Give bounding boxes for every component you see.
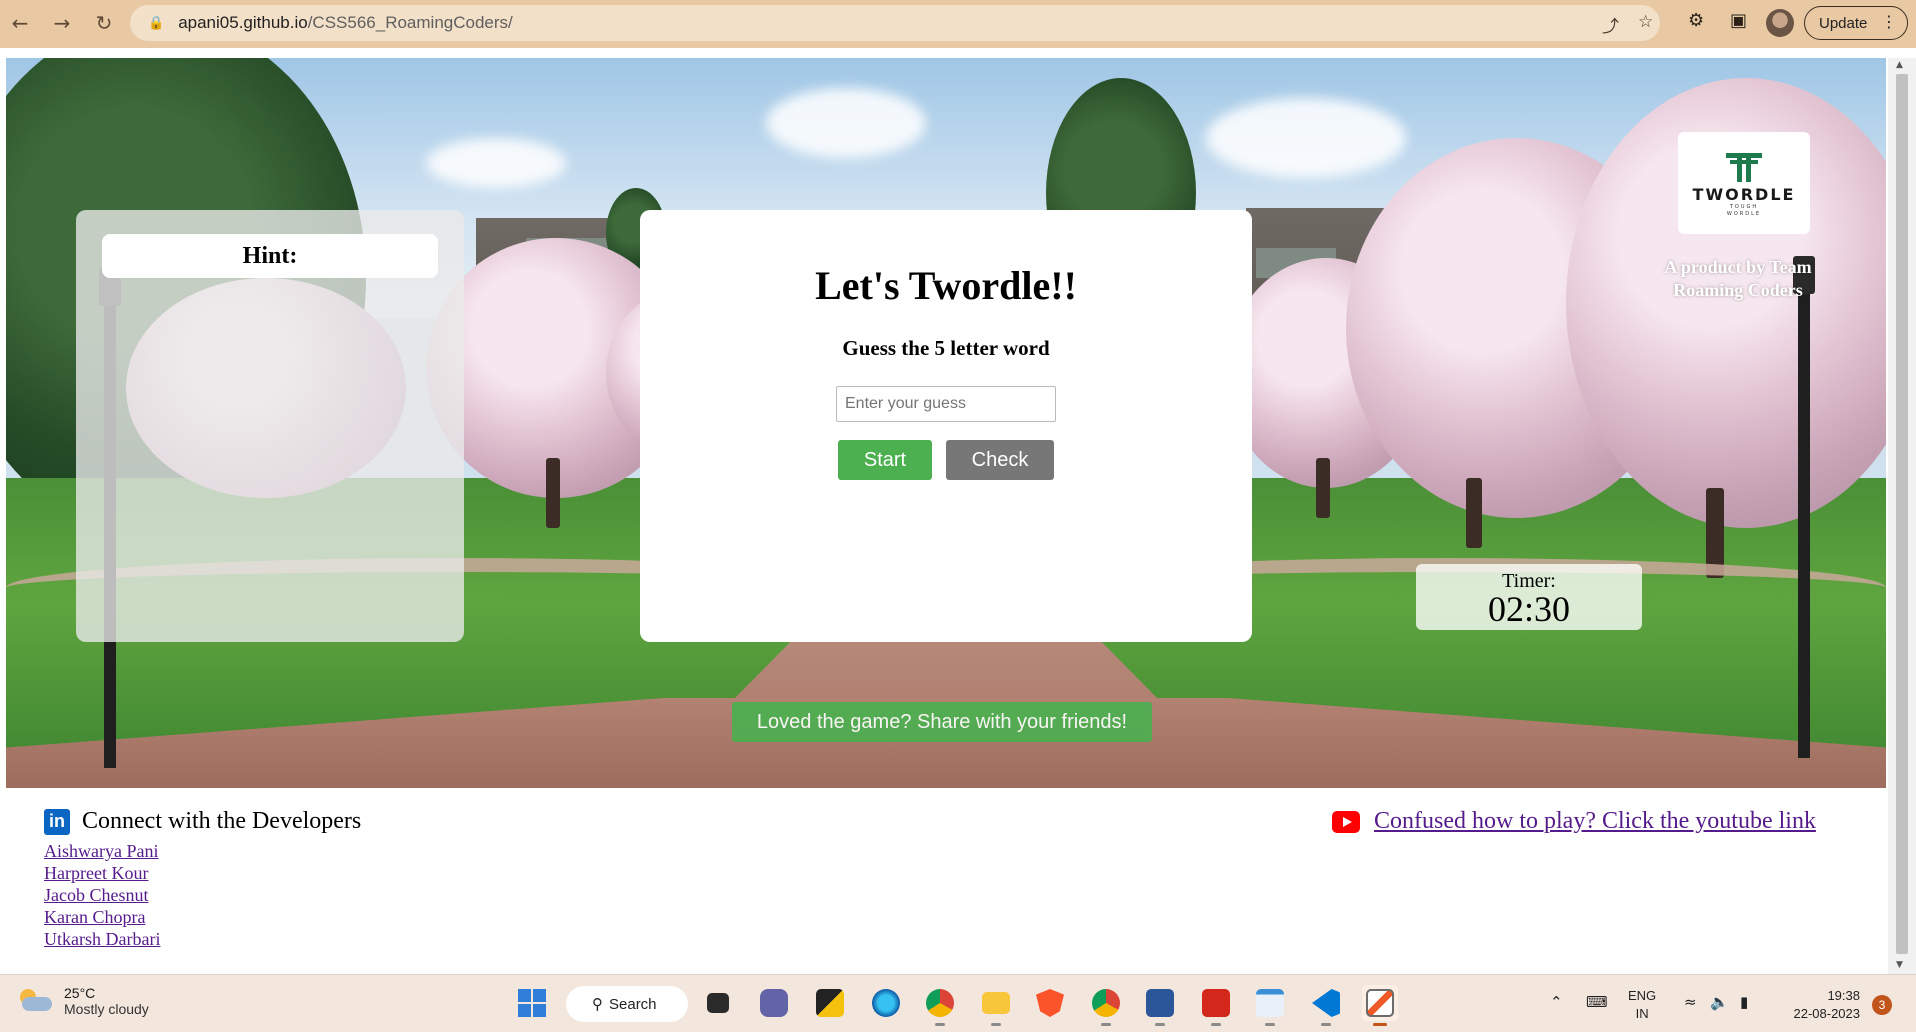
menu-dots-icon[interactable]: ⋮ (1881, 12, 1897, 31)
tree-trunk (1316, 458, 1330, 518)
guess-input[interactable] (836, 386, 1056, 422)
weather-condition: Mostly cloudy (64, 1001, 149, 1017)
profile-avatar[interactable] (1766, 9, 1794, 37)
vscode-icon[interactable] (1308, 985, 1344, 1026)
logo-tagline-1: TOUGH (1729, 203, 1759, 210)
start-button[interactable]: Start (838, 440, 932, 480)
back-icon[interactable]: ← (6, 9, 34, 37)
volume-icon[interactable]: 🔈 (1710, 993, 1729, 1011)
hint-title: Hint: (102, 234, 438, 278)
developer-link[interactable]: Karan Chopra (44, 907, 145, 927)
browser-toolbar: ← → ↻ 🔒 apani05.github.io/CSS566_Roaming… (0, 0, 1916, 48)
web-page: Hint: Let's Twordle!! Guess the 5 letter… (0, 58, 1888, 974)
snipping-tool-icon[interactable] (1362, 985, 1398, 1026)
tree-trunk (1466, 478, 1482, 548)
taskbar-search[interactable]: ⚲ Search (566, 986, 688, 1022)
acrobat-icon[interactable] (1198, 985, 1234, 1026)
reload-icon[interactable]: ↻ (90, 9, 118, 37)
show-hidden-icons-icon[interactable]: ⌃ (1550, 993, 1563, 1011)
file-explorer-icon[interactable] (978, 985, 1014, 1026)
share-icon[interactable]: ⤴ (1602, 12, 1619, 37)
wifi-icon[interactable]: ≈ (1684, 993, 1697, 1011)
hint-panel: Hint: (76, 210, 464, 642)
logo-wordmark: TWORDLE (1692, 184, 1796, 204)
clock[interactable]: 19:38 22-08-2023 (1780, 987, 1861, 1023)
windows-taskbar: 25°C Mostly cloudy ⚲ Search ⌃ ⌨ ENG IN ≈… (0, 974, 1916, 1032)
clock-time: 19:38 (1827, 988, 1860, 1003)
language-code: ENG (1628, 988, 1657, 1003)
developer-link[interactable]: Harpreet Kour (44, 863, 148, 883)
tree-trunk (546, 458, 560, 528)
weather-widget[interactable]: 25°C Mostly cloudy (18, 985, 149, 1017)
connect-title: Connect with the Developers (82, 808, 362, 834)
scroll-down-icon[interactable]: ▼ (1896, 960, 1903, 970)
cloud (426, 138, 566, 188)
chrome-browser-icon[interactable] (922, 985, 958, 1026)
lock-icon: 🔒 (148, 15, 165, 31)
url-path: /CSS566_RoamingCoders/ (307, 13, 513, 32)
word-icon[interactable] (1142, 985, 1178, 1026)
game-title: Let's Twordle!! (815, 263, 1077, 308)
developer-list: Aishwarya Pani Harpreet Kour Jacob Chesn… (44, 840, 160, 950)
share-button[interactable]: Loved the game? Share with your friends! (732, 702, 1152, 742)
keyboard-icon[interactable]: ⌨ (1586, 993, 1608, 1011)
cloud (1206, 98, 1406, 178)
developer-link[interactable]: Aishwarya Pani (44, 841, 158, 861)
game-card: Let's Twordle!! Guess the 5 letter word … (640, 210, 1252, 642)
update-button[interactable]: Update ⋮ (1804, 6, 1908, 40)
youtube-help: Confused how to play? Click the youtube … (1332, 808, 1816, 835)
url-host: apani05.github.io (178, 13, 308, 32)
youtube-icon (1332, 810, 1360, 833)
battery-icon[interactable]: ▮ (1740, 993, 1748, 1011)
cloudy-weather-icon (18, 989, 52, 1013)
timer-value: 02:30 (1487, 589, 1570, 629)
logo-tagline-2: WORDLE (1726, 210, 1762, 217)
check-button[interactable]: Check (946, 440, 1054, 480)
twordle-logo: TWORDLE TOUGH WORDLE (1678, 132, 1810, 234)
connect-developers: in Connect with the Developers (44, 808, 361, 835)
brave-browser-icon[interactable] (1032, 985, 1068, 1021)
teams-chat-icon[interactable] (756, 985, 792, 1021)
notification-badge[interactable]: 3 (1872, 995, 1892, 1015)
cloud (766, 88, 926, 158)
linkedin-icon: in (44, 808, 70, 835)
search-icon: ⚲ (592, 995, 603, 1013)
page-scrollbar[interactable]: ▲ ▼ (1888, 58, 1916, 974)
youtube-link[interactable]: Confused how to play? Click the youtube … (1374, 808, 1816, 835)
lamp-post (1798, 278, 1810, 758)
forward-icon[interactable]: → (48, 9, 76, 37)
start-menu-icon[interactable] (514, 985, 550, 1021)
language-indicator[interactable]: ENG IN (1628, 987, 1656, 1023)
update-button-label: Update (1819, 14, 1868, 32)
weather-temperature: 25°C (64, 985, 96, 1001)
chrome-profile-icon[interactable] (1088, 985, 1124, 1026)
side-panel-icon[interactable]: ▣ (1730, 10, 1747, 31)
scrollbar-thumb[interactable] (1896, 74, 1908, 954)
developer-link[interactable]: Utkarsh Darbari (44, 929, 160, 949)
twordle-logo-icon (1724, 149, 1764, 183)
address-bar[interactable]: 🔒 apani05.github.io/CSS566_RoamingCoders… (130, 5, 1660, 41)
clock-date: 22-08-2023 (1793, 1006, 1861, 1021)
product-by-text: A product by Team Roaming Coders (1664, 257, 1812, 300)
extensions-icon[interactable]: ⚙ (1688, 10, 1704, 31)
language-region: IN (1635, 1006, 1649, 1021)
timer: Timer: 02:30 (1416, 564, 1642, 630)
taskbar-search-label: Search (609, 995, 657, 1013)
scroll-up-icon[interactable]: ▲ (1896, 60, 1903, 70)
game-subtitle: Guess the 5 letter word (842, 336, 1050, 360)
bookmark-star-icon[interactable]: ☆ (1638, 12, 1653, 32)
notepad-icon[interactable] (1252, 985, 1288, 1026)
task-view-icon[interactable] (700, 985, 736, 1021)
sticky-notes-icon[interactable] (812, 985, 848, 1021)
developer-link[interactable]: Jacob Chesnut (44, 885, 148, 905)
edge-browser-icon[interactable] (868, 985, 904, 1021)
